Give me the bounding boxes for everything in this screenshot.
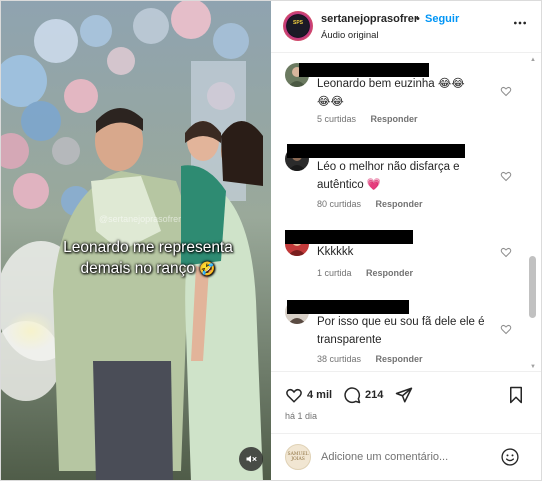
comment-bubble-icon (344, 387, 361, 404)
paper-plane-icon (395, 387, 413, 403)
comment-likes[interactable]: 80 curtidas (317, 199, 361, 209)
heart-icon[interactable] (500, 170, 512, 182)
comment-item: Kkkkkk 1 curtida Responder (271, 226, 533, 281)
reply-button[interactable]: Responder (366, 268, 413, 278)
comment-meta: 38 curtidas Responder (317, 354, 423, 364)
comment-item: Por isso que eu sou fã dele ele é transp… (271, 296, 533, 368)
comment-text: Kkkkkk (317, 246, 354, 258)
heart-icon[interactable] (500, 85, 512, 97)
more-options-icon[interactable] (511, 15, 529, 31)
add-comment-bar: SAMUEL JOIAS (271, 433, 541, 480)
author-username[interactable]: sertanejoprasofrer (321, 13, 418, 25)
comment-text: Léo o melhor não disfarça e autêntico 💗 (317, 161, 460, 191)
comment-input[interactable] (321, 451, 491, 463)
post-dialog: @sertanejoprasofrer Leonardo me represen… (0, 0, 542, 481)
comment-likes[interactable]: 5 curtidas (317, 114, 356, 124)
video-watermark: @sertanejoprasofrer (99, 214, 182, 224)
author-avatar-logo: SPS (287, 15, 309, 37)
comment-meta: 1 curtida Responder (317, 268, 413, 278)
comment-text: Por isso que eu sou fã dele ele é transp… (317, 316, 485, 346)
reply-button[interactable]: Responder (376, 199, 423, 209)
bookmark-icon (510, 386, 522, 404)
comment-likes[interactable]: 38 curtidas (317, 354, 361, 364)
comment-meta: 5 curtidas Responder (317, 114, 418, 124)
video-caption: Leonardo me representa demais no ranço 🤣 (53, 237, 243, 279)
reply-button[interactable]: Responder (371, 114, 418, 124)
heart-icon[interactable] (500, 246, 512, 258)
scroll-down-arrow[interactable]: ▼ (530, 364, 536, 370)
follow-button[interactable]: Seguir (425, 13, 459, 25)
redacted-username (287, 300, 409, 314)
scroll-up-arrow[interactable]: ▲ (530, 57, 536, 63)
emoji-icon[interactable] (500, 447, 520, 467)
comment-item: Léo o melhor não disfarça e autêntico 💗 … (271, 141, 533, 213)
caption-emoji: 🤣 (199, 261, 216, 276)
redacted-username (287, 144, 465, 158)
post-side-panel: SPS sertanejoprasofrer • Seguir Áudio or… (271, 1, 541, 480)
comment-meta: 80 curtidas Responder (317, 199, 423, 209)
reply-button[interactable]: Responder (376, 354, 423, 364)
comments-scrollbar[interactable] (529, 256, 536, 318)
comment-likes[interactable]: 1 curtida (317, 268, 352, 278)
mute-button[interactable] (239, 447, 263, 471)
heart-icon (286, 388, 302, 403)
likes-count: 4 mil (307, 389, 333, 401)
comments-count: 214 (365, 389, 384, 401)
heart-icon[interactable] (500, 323, 512, 335)
like-button[interactable]: 4 mil (285, 386, 332, 404)
header-separator: • (416, 13, 420, 25)
current-user-avatar: SAMUEL JOIAS (285, 444, 311, 470)
redacted-username (285, 230, 413, 244)
post-time[interactable]: há 1 dia (285, 411, 317, 421)
save-button[interactable] (508, 386, 524, 404)
audio-label[interactable]: Áudio original (321, 30, 379, 41)
comment-button[interactable]: 214 (343, 386, 383, 404)
share-button[interactable] (395, 386, 413, 404)
comment-text: Leonardo bem euzinha 😂😂 😂😂 (317, 78, 465, 108)
comment-item: Leonardo bem euzinha 😂😂 😂😂 5 curtidas Re… (271, 57, 533, 129)
post-actions: 4 mil 214 há 1 dia (271, 371, 541, 433)
post-video[interactable]: @sertanejoprasofrer Leonardo me represen… (1, 1, 271, 480)
author-avatar[interactable]: SPS (283, 11, 313, 41)
speaker-muted-icon (246, 455, 257, 463)
post-header: SPS sertanejoprasofrer • Seguir Áudio or… (271, 1, 541, 53)
